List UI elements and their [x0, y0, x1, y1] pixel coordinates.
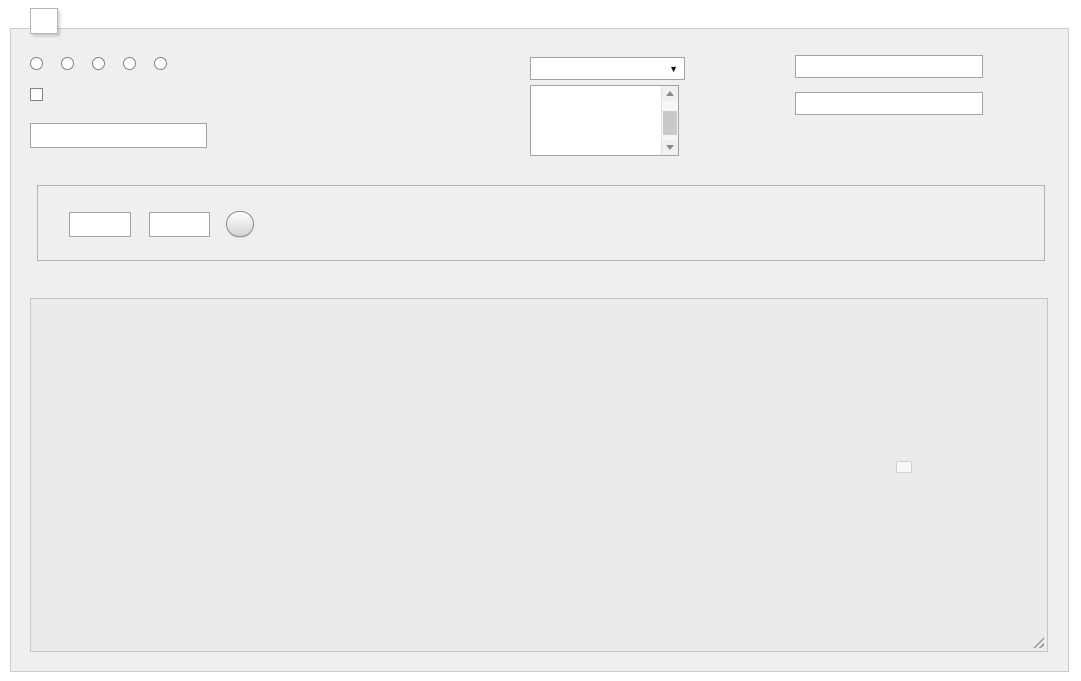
series-option-rental-rate[interactable]	[531, 104, 661, 121]
chart-type-bar[interactable]	[30, 57, 48, 70]
start-row-input[interactable]	[69, 212, 131, 237]
radio-icon	[30, 57, 43, 70]
series-option-replacement-cost[interactable]	[531, 138, 661, 155]
chart-type-line[interactable]	[92, 57, 110, 70]
chart-type-spline[interactable]	[123, 57, 141, 70]
scroll-up-icon[interactable]	[662, 86, 678, 101]
stacked-checkbox[interactable]	[30, 88, 49, 101]
chart-panel	[30, 298, 1048, 652]
x-axis-label-input[interactable]	[795, 55, 983, 78]
rows-panel	[37, 185, 1045, 261]
radio-icon	[92, 57, 105, 70]
x-axis-select[interactable]: ▼	[530, 57, 685, 80]
y-axis-label-input[interactable]	[795, 92, 983, 115]
display-chart-page: ▼	[0, 0, 1081, 681]
series-option-rental-duration[interactable]	[531, 87, 661, 104]
chart-title-input[interactable]	[30, 123, 207, 148]
listbox-scrollbar[interactable]	[661, 86, 678, 155]
num-rows-input[interactable]	[149, 212, 210, 237]
rows-controls	[58, 211, 254, 237]
series-listbox	[530, 85, 679, 156]
chevron-down-icon: ▼	[669, 64, 678, 74]
series-options	[531, 86, 661, 155]
radio-icon	[154, 57, 167, 70]
chart-type-column[interactable]	[61, 57, 79, 70]
series-option-length[interactable]	[531, 121, 661, 138]
checkbox-icon	[30, 88, 43, 101]
radio-icon	[61, 57, 74, 70]
scrollbar-thumb[interactable]	[663, 111, 677, 135]
radio-icon	[123, 57, 136, 70]
chart-type-area[interactable]	[154, 57, 172, 70]
chart-legend	[896, 461, 912, 473]
fieldset-legend	[30, 8, 58, 34]
go-button[interactable]	[226, 211, 254, 237]
chart-type-radio-group	[30, 57, 172, 70]
scroll-down-icon[interactable]	[662, 140, 678, 155]
resize-handle-icon[interactable]	[1033, 637, 1044, 648]
